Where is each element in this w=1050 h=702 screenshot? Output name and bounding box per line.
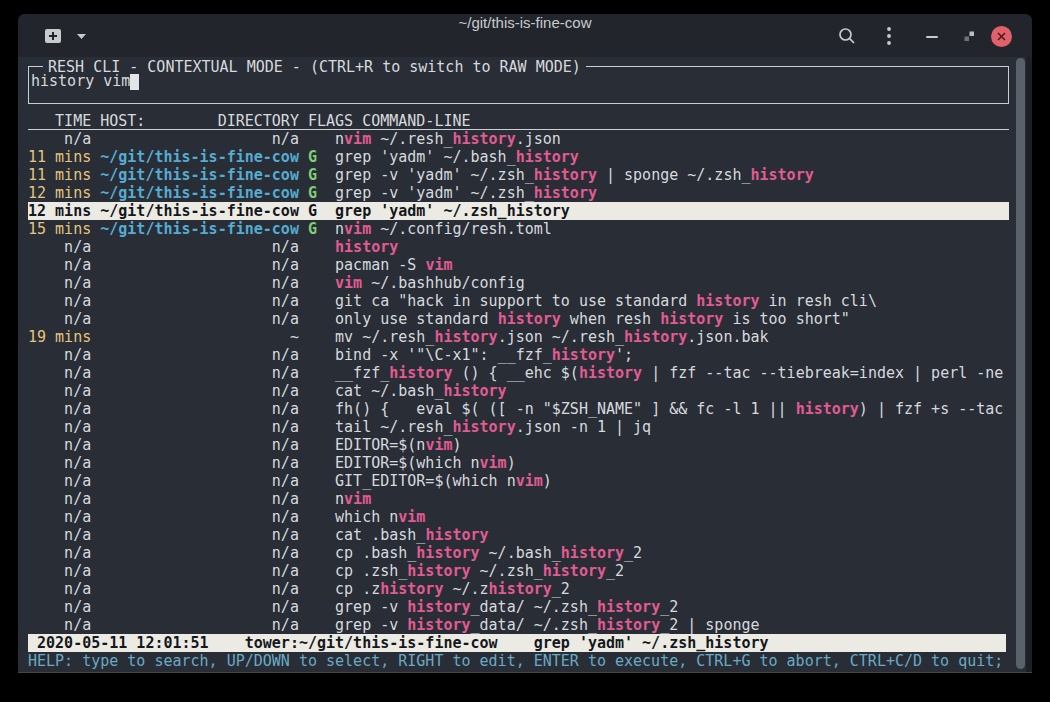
history-row: n/a n/a which nvim bbox=[28, 508, 1009, 526]
history-row: 12 mins ~/git/this-is-fine-cow G grep -v… bbox=[28, 184, 1009, 202]
history-row: n/a n/a fh() { eval $( ([ -n "$ZSH_NAME"… bbox=[28, 400, 1009, 418]
history-row-selected: 12 mins ~/git/this-is-fine-cow G grep 'y… bbox=[28, 202, 1009, 220]
minimize-icon bbox=[925, 29, 939, 43]
history-row: n/a n/a cat .bash_history bbox=[28, 526, 1009, 544]
history-row: n/a n/a only use standard history when r… bbox=[28, 310, 1009, 328]
history-table-header: TIME HOST: DIRECTORY FLAGS COMMAND-LINE bbox=[28, 112, 1009, 130]
terminal-window: ~/git/this-is-fine-cow bbox=[18, 14, 1032, 673]
history-row: n/a n/a tail ~/.resh_history.json -n 1 |… bbox=[28, 418, 1009, 436]
history-row: n/a n/a nvim ~/.resh_history.json bbox=[28, 130, 1009, 148]
history-row: n/a n/a cp .zsh_history ~/.zsh_history_2 bbox=[28, 562, 1009, 580]
history-row: n/a n/a grep -v history_data/ ~/.zsh_his… bbox=[28, 598, 1009, 616]
history-row: n/a n/a cp .bash_history ~/.bash_history… bbox=[28, 544, 1009, 562]
history-row: n/a n/a history bbox=[28, 238, 1009, 256]
history-row: n/a n/a cp .zhistory ~/.zhistory_2 bbox=[28, 580, 1009, 598]
history-row: 15 mins ~/git/this-is-fine-cow G nvim ~/… bbox=[28, 220, 1009, 238]
history-row: n/a n/a __fzf_history () { __ehc $(histo… bbox=[28, 364, 1009, 382]
desktop: { "window": { "title": "~/git/this-is-fi… bbox=[0, 0, 1050, 702]
search-icon bbox=[837, 26, 857, 46]
history-row: n/a n/a vim ~/.bashhub/config bbox=[28, 274, 1009, 292]
restore-button[interactable] bbox=[958, 25, 980, 47]
menu-button[interactable] bbox=[878, 25, 900, 47]
text-cursor bbox=[130, 74, 139, 90]
history-row: 11 mins ~/git/this-is-fine-cow G grep 'y… bbox=[28, 148, 1009, 166]
history-rows: n/a n/a nvim ~/.resh_history.json11 mins… bbox=[28, 130, 1009, 634]
titlebar: ~/git/this-is-fine-cow bbox=[18, 14, 1032, 57]
history-row: n/a n/a EDITOR=$(which nvim) bbox=[28, 454, 1009, 472]
history-row: n/a n/a pacman -S vim bbox=[28, 256, 1009, 274]
terminal-screen[interactable]: RESH CLI - CONTEXTUAL MODE - (CTRL+R to … bbox=[18, 57, 1032, 673]
kebab-menu-icon bbox=[886, 26, 892, 46]
history-row: n/a n/a cat ~/.bash_history bbox=[28, 382, 1009, 400]
close-icon bbox=[997, 32, 1006, 41]
close-circle bbox=[991, 26, 1012, 47]
scrollbar-gutter bbox=[1026, 57, 1032, 673]
history-row: n/a n/a EDITOR=$(nvim) bbox=[28, 436, 1009, 454]
search-button[interactable] bbox=[836, 25, 858, 47]
close-button[interactable] bbox=[990, 25, 1012, 47]
search-query-input[interactable]: history vim bbox=[31, 72, 139, 90]
minimize-button[interactable] bbox=[921, 25, 943, 47]
scrollbar-thumb[interactable] bbox=[1016, 58, 1025, 669]
history-row: 19 mins ~ mv ~/.resh_history.json ~/.res… bbox=[28, 328, 1009, 346]
search-query-text: history vim bbox=[31, 72, 130, 90]
history-row: n/a n/a git ca "hack in support to use s… bbox=[28, 292, 1009, 310]
history-row: 11 mins ~/git/this-is-fine-cow G grep -v… bbox=[28, 166, 1009, 184]
history-row: n/a n/a nvim bbox=[28, 490, 1009, 508]
status-bar: 2020-05-11 12:01:51 tower:~/git/this-is-… bbox=[28, 634, 1006, 652]
history-row: n/a n/a GIT_EDITOR=$(which nvim) bbox=[28, 472, 1009, 490]
history-row: n/a n/a bind -x '"\C-x1": __fzf_history'… bbox=[28, 346, 1009, 364]
history-row: n/a n/a grep -v history_data/ ~/.zsh_his… bbox=[28, 616, 1009, 634]
restore-icon bbox=[963, 30, 975, 42]
help-bar: HELP: type to search, UP/DOWN to select,… bbox=[28, 652, 1003, 670]
resh-search-box: RESH CLI - CONTEXTUAL MODE - (CTRL+R to … bbox=[28, 66, 1009, 104]
